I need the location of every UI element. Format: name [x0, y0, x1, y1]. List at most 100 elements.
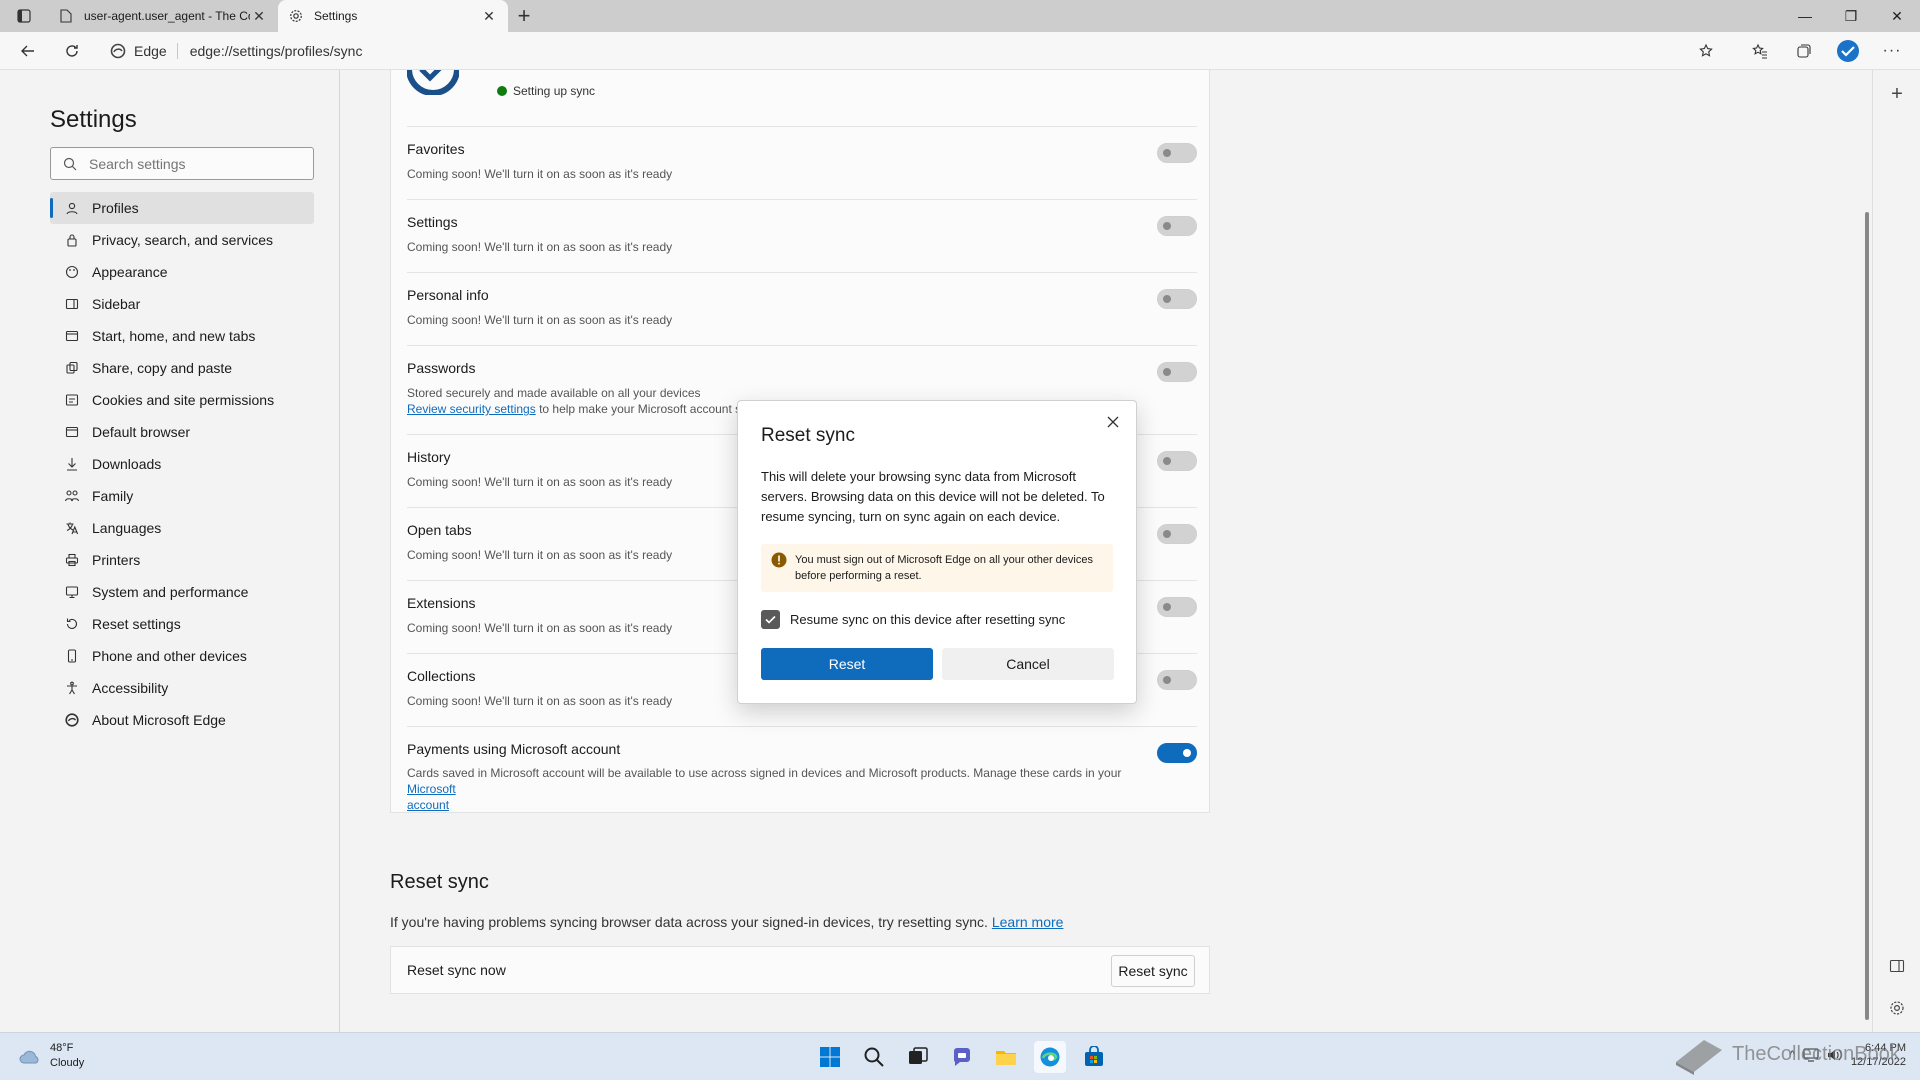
- passwords-toggle[interactable]: [1157, 362, 1197, 382]
- add-favorite-button[interactable]: [1688, 35, 1724, 67]
- open-tabs-toggle[interactable]: [1157, 524, 1197, 544]
- printer-icon: [64, 552, 80, 568]
- search-box[interactable]: [50, 147, 314, 180]
- status-dot-icon: [497, 86, 507, 96]
- sidebar-item-system[interactable]: System and performance: [50, 576, 314, 608]
- file-explorer-button[interactable]: [990, 1041, 1022, 1073]
- collections-button[interactable]: [1786, 35, 1822, 67]
- extensions-toggle[interactable]: [1157, 597, 1197, 617]
- sidebar-item-default-browser[interactable]: Default browser: [50, 416, 314, 448]
- sidebar-item-label: Reset settings: [92, 616, 181, 632]
- cancel-button[interactable]: Cancel: [942, 648, 1114, 680]
- dialog-body: This will delete your browsing sync data…: [761, 469, 1105, 524]
- settings-toggle[interactable]: [1157, 216, 1197, 236]
- close-icon[interactable]: ✕: [480, 7, 498, 25]
- reset-sync-button[interactable]: Reset sync: [1111, 955, 1195, 987]
- refresh-button[interactable]: [54, 35, 90, 67]
- row-desc: Coming soon! We'll turn it on as soon as…: [407, 167, 673, 181]
- collections-toggle[interactable]: [1157, 670, 1197, 690]
- window-controls: — ❐ ✕: [1782, 0, 1920, 32]
- family-icon: [64, 488, 80, 504]
- sidebar-item-cookies[interactable]: Cookies and site permissions: [50, 384, 314, 416]
- payments-toggle[interactable]: [1157, 743, 1197, 763]
- sidebar-item-reset[interactable]: Reset settings: [50, 608, 314, 640]
- language-icon: [64, 520, 80, 536]
- sidebar-item-sidebar[interactable]: Sidebar: [50, 288, 314, 320]
- hide-sidebar-button[interactable]: [1885, 954, 1909, 978]
- learn-more-link[interactable]: Learn more: [992, 914, 1064, 930]
- start-button[interactable]: [814, 1041, 846, 1073]
- row-title: Settings: [407, 214, 458, 230]
- sidebar-item-family[interactable]: Family: [50, 480, 314, 512]
- sidebar-item-start-home[interactable]: Start, home, and new tabs: [50, 320, 314, 352]
- restore-icon[interactable]: ❐: [1828, 0, 1874, 32]
- resume-sync-checkbox-row[interactable]: Resume sync on this device after resetti…: [761, 610, 1065, 629]
- scrollbar[interactable]: [1862, 140, 1870, 1030]
- reset-sync-desc-text: If you're having problems syncing browse…: [390, 914, 988, 930]
- sidebar-item-downloads[interactable]: Downloads: [50, 448, 314, 480]
- sidebar-item-share[interactable]: Share, copy and paste: [50, 352, 314, 384]
- edge-taskbar-button[interactable]: [1034, 1041, 1066, 1073]
- row-title: Extensions: [407, 595, 476, 611]
- tab-actions-button[interactable]: [0, 0, 48, 32]
- scrollbar-thumb[interactable]: [1865, 212, 1869, 1020]
- history-toggle[interactable]: [1157, 451, 1197, 471]
- new-tab-button[interactable]: +: [508, 0, 540, 32]
- task-view-button[interactable]: [902, 1041, 934, 1073]
- personal-info-toggle[interactable]: [1157, 289, 1197, 309]
- address-bar[interactable]: Edge edge://settings/profiles/sync: [110, 35, 1730, 67]
- sidebar-item-label: Downloads: [92, 456, 162, 472]
- panel-icon: [1889, 959, 1905, 973]
- sidebar-item-printers[interactable]: Printers: [50, 544, 314, 576]
- warning-banner: You must sign out of Microsoft Edge on a…: [761, 544, 1113, 592]
- row-desc: Coming soon! We'll turn it on as soon as…: [407, 694, 673, 708]
- book-logo-icon: [1676, 1040, 1722, 1075]
- sidebar-item-privacy[interactable]: Privacy, search, and services: [50, 224, 314, 256]
- row-desc: Coming soon! We'll turn it on as soon as…: [407, 313, 673, 327]
- close-icon[interactable]: ✕: [250, 7, 268, 25]
- url-text: edge://settings/profiles/sync: [189, 43, 363, 59]
- teams-chat-button[interactable]: [946, 1041, 978, 1073]
- sidebar-item-about[interactable]: About Microsoft Edge: [50, 704, 314, 736]
- sidebar-item-profiles[interactable]: Profiles: [50, 192, 314, 224]
- edge-side-panel: +: [1872, 70, 1920, 1032]
- sidebar-item-appearance[interactable]: Appearance: [50, 256, 314, 288]
- tab-user-agent[interactable]: user-agent.user_agent - The Coll ✕: [48, 0, 278, 32]
- palette-icon: [64, 264, 80, 280]
- minimize-icon[interactable]: —: [1782, 0, 1828, 32]
- sidebar-settings-button[interactable]: [1885, 996, 1909, 1020]
- download-icon: [64, 456, 80, 472]
- windows-start-icon: [820, 1047, 840, 1067]
- microsoft-link[interactable]: Microsoft: [407, 782, 456, 796]
- sync-row-favorites: Favorites Coming soon! We'll turn it on …: [407, 127, 1197, 200]
- sidebar-item-phone[interactable]: Phone and other devices: [50, 640, 314, 672]
- add-sidebar-app-button[interactable]: +: [1885, 82, 1909, 106]
- resume-sync-checkbox[interactable]: [761, 610, 780, 629]
- refresh-icon: [66, 45, 78, 57]
- weather-widget[interactable]: 48°F Cloudy: [18, 1041, 84, 1071]
- favorites-toggle[interactable]: [1157, 143, 1197, 163]
- taskbar-search-button[interactable]: [858, 1041, 890, 1073]
- tab-title: user-agent.user_agent - The Coll: [84, 9, 250, 23]
- profile-button[interactable]: [1830, 35, 1866, 67]
- store-button[interactable]: [1078, 1041, 1110, 1073]
- watermark: TheCollectionBook: [1672, 1032, 1900, 1076]
- review-security-link[interactable]: Review security settings: [407, 402, 536, 416]
- sync-account-icon: [407, 70, 459, 95]
- sidebar-item-accessibility[interactable]: Accessibility: [50, 672, 314, 704]
- ellipsis-icon: ···: [1882, 42, 1902, 59]
- favorites-button[interactable]: [1742, 35, 1778, 67]
- close-icon[interactable]: [1102, 411, 1124, 433]
- tab-settings[interactable]: Settings ✕: [278, 0, 508, 32]
- reset-button[interactable]: Reset: [761, 648, 933, 680]
- row-desc: Cards saved in Microsoft account will be…: [407, 765, 1167, 813]
- search-input[interactable]: [89, 155, 289, 172]
- sidebar-item-languages[interactable]: Languages: [50, 512, 314, 544]
- more-menu-button[interactable]: ···: [1874, 35, 1910, 67]
- store-icon: [1085, 1046, 1103, 1066]
- sidebar-item-label: Sidebar: [92, 296, 141, 312]
- account-link[interactable]: account: [407, 798, 449, 812]
- close-window-icon[interactable]: ✕: [1874, 0, 1920, 32]
- row-title: Personal info: [407, 287, 489, 303]
- back-button[interactable]: [10, 35, 46, 67]
